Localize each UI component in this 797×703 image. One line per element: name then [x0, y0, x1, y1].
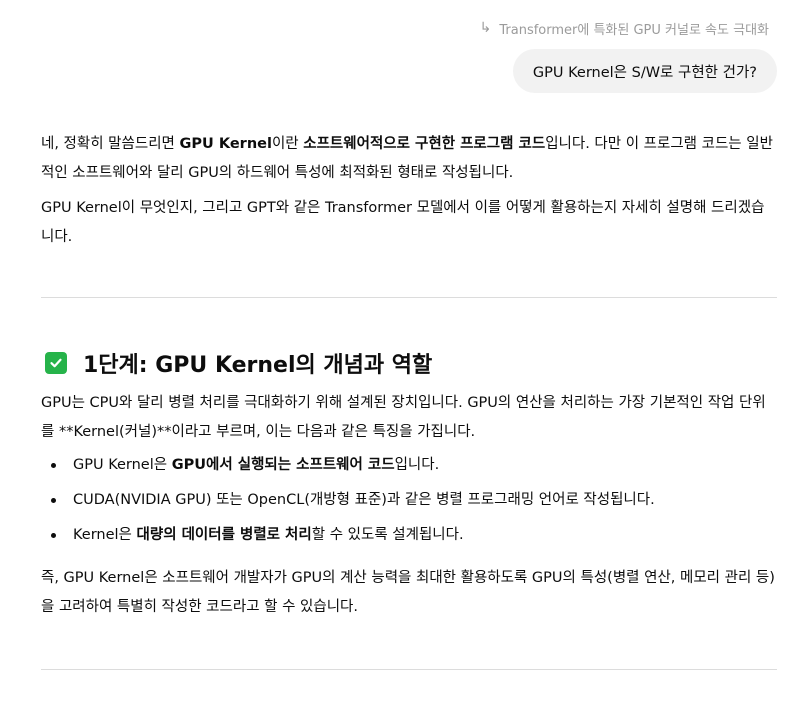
list-item-text: CUDA(NVIDIA GPU) 또는 OpenCL(개방형 표준)과 같은 병…	[73, 492, 655, 508]
list-item: GPU Kernel은 GPU에서 실행되는 소프트웨어 코드입니다.	[51, 451, 777, 480]
list-item: CUDA(NVIDIA GPU) 또는 OpenCL(개방형 표준)과 같은 병…	[51, 486, 777, 515]
section-divider	[41, 669, 777, 670]
intro-text-1: 네, 정확히 말씀드리면	[41, 136, 180, 152]
assistant-response: 네, 정확히 말씀드리면 GPU Kernel이란 소프트웨어적으로 구현한 프…	[41, 130, 777, 670]
list-item-bold: GPU에서 실행되는 소프트웨어 코드	[171, 457, 395, 473]
section-heading: 1단계: GPU Kernel의 개념과 역할	[41, 345, 777, 381]
user-message-text: GPU Kernel은 S/W로 구현한 건가?	[532, 64, 757, 81]
check-mark-icon	[45, 352, 67, 374]
reply-reference-text: Transformer에 특화된 GPU 커널로 속도 극대화	[499, 22, 769, 38]
reply-arrow-icon: ↳	[479, 20, 492, 36]
intro-bold-gpu-kernel: GPU Kernel	[179, 136, 272, 152]
list-item-text: 입니다.	[394, 457, 440, 473]
feature-list: GPU Kernel은 GPU에서 실행되는 소프트웨어 코드입니다. CUDA…	[41, 451, 777, 550]
intro-paragraph-2: GPU Kernel이 무엇인지, 그리고 GPT와 같은 Transforme…	[41, 200, 765, 245]
list-item-text: GPU Kernel은	[73, 457, 172, 473]
user-message-bubble: GPU Kernel은 S/W로 구현한 건가?	[512, 49, 777, 93]
section-paragraph: GPU는 CPU와 달리 병렬 처리를 극대화하기 위해 설계된 장치입니다. …	[41, 395, 766, 440]
section-divider	[41, 297, 777, 298]
list-item: Kernel은 대량의 데이터를 병렬로 처리할 수 있도록 설계됩니다.	[51, 521, 777, 550]
list-item-text: 할 수 있도록 설계됩니다.	[311, 527, 464, 543]
section-heading-text: 1단계: GPU Kernel의 개념과 역할	[83, 353, 433, 378]
list-item-bold: 대량의 데이터를 병렬로 처리	[136, 527, 312, 543]
summary-paragraph: 즉, GPU Kernel은 소프트웨어 개발자가 GPU의 계산 능력을 최대…	[41, 570, 775, 615]
intro-bold-software-code: 소프트웨어적으로 구현한 프로그램 코드	[303, 136, 546, 152]
intro-paragraph: 네, 정확히 말씀드리면 GPU Kernel이란 소프트웨어적으로 구현한 프…	[41, 130, 777, 188]
intro-text-2: 이란	[271, 136, 304, 152]
reply-reference[interactable]: ↳ Transformer에 특화된 GPU 커널로 속도 극대화	[480, 17, 769, 39]
list-item-text: Kernel은	[73, 527, 137, 543]
